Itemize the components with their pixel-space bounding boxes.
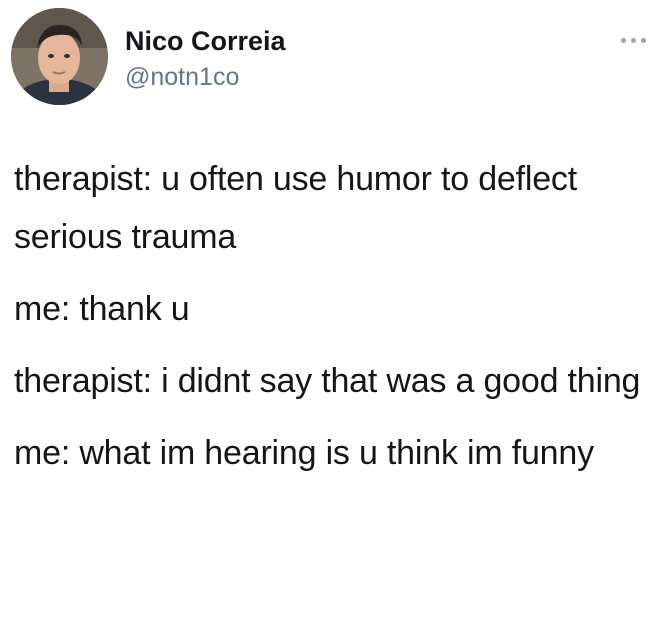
avatar-photo-icon [11, 8, 108, 105]
tweet-text: therapist: u often use humor to deflect … [14, 150, 654, 496]
more-horizontal-icon [621, 38, 626, 43]
author-display-name[interactable]: Nico Correia [125, 25, 286, 57]
tweet-line: me: what im hearing is u think im funny [14, 434, 594, 472]
tweet-line: me: thank u [14, 290, 190, 328]
more-options-button[interactable] [618, 30, 658, 50]
more-dot [641, 38, 646, 43]
more-dot [631, 38, 636, 43]
author-handle[interactable]: @notn1co [125, 62, 239, 92]
avatar[interactable] [11, 8, 108, 105]
tweet-card: Nico Correia @notn1co therapist: u often… [0, 0, 663, 643]
tweet-line: therapist: u often use humor to deflect … [14, 160, 577, 256]
tweet-line: therapist: i didnt say that was a good t… [14, 362, 641, 400]
